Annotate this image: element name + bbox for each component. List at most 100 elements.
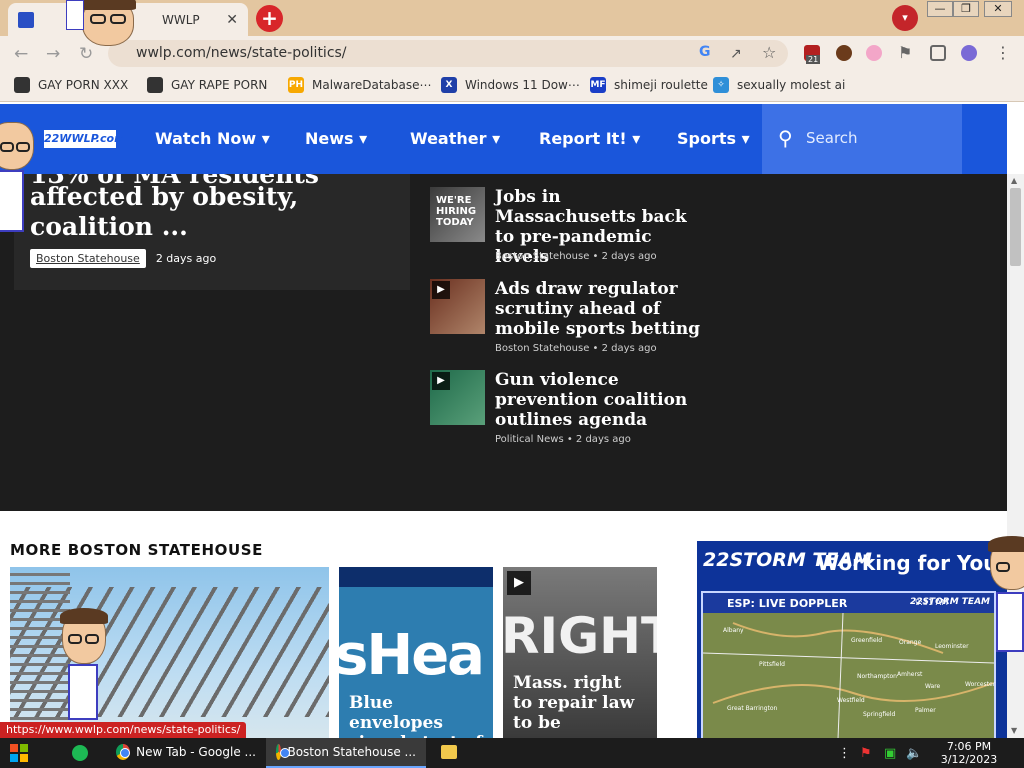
back-arrow-icon[interactable]: ← [14,44,28,64]
map-town-label: Springfield [863,711,896,718]
bookmark-label: sexually molest ai [737,78,846,92]
extension-flag-icon[interactable] [866,45,882,61]
side-story[interactable]: ▶ Ads draw regulator scrutiny ahead of m… [430,279,730,359]
extensions-puzzle-icon[interactable]: ⚑ [898,43,912,62]
doppler-brand: 22STORM TEAM [909,597,990,607]
side-story[interactable]: WE'RE HIRING TODAY Jobs in Massachusetts b… [430,187,730,267]
forward-arrow-icon[interactable]: → [46,44,60,64]
kebab-menu-icon[interactable]: ⋮ [995,43,1011,62]
section-heading: MORE BOSTON STATEHOUSE [10,541,263,559]
bookmark-label: shimeji roulette [614,78,708,92]
shimeji-character-left[interactable] [0,122,44,232]
new-tab-button[interactable]: + [256,5,283,32]
scroll-down-arrow-icon[interactable]: ▼ [1011,726,1017,735]
bookmark-item[interactable]: ✧ sexually molest ai [713,77,845,93]
card-image-text: RIGHT [503,607,657,665]
story-card-right-to-repair[interactable]: ▶ RIGHT Mass. right to repair law to be [503,567,657,738]
tab-search-button[interactable]: ▾ [892,5,918,31]
bookmark-item[interactable]: GAY RAPE PORN [147,77,267,93]
lead-story-title[interactable]: affected by obesity, coalition ... [30,182,350,242]
shimeji-glasses [996,562,1010,572]
story-time: 2 days ago [601,343,657,354]
story-time: 2 days ago [575,434,631,445]
map-town-label: Northampton [857,673,897,680]
ph-icon: PH [288,77,304,93]
url-omnibox[interactable]: wwlp.com/news/state-politics/ [108,40,788,67]
bookmark-label: GAY PORN XXX [38,78,129,92]
tab-close-icon[interactable]: ✕ [226,12,238,28]
bookmark-star-icon[interactable]: ☆ [762,43,776,62]
nav-sports[interactable]: Sports ▾ [677,129,750,148]
story-meta: Boston Statehouse • 2 days ago [495,251,657,262]
tray-flag-icon[interactable]: ⚑ [860,746,872,761]
lead-story-time: 2 days ago [155,252,217,265]
tray-overflow-icon[interactable]: ⋮ [838,746,851,761]
nav-report-it[interactable]: Report It! ▾ [539,129,640,148]
lead-story-source[interactable]: Boston Statehouse [30,249,146,268]
scrollbar-thumb[interactable] [1010,188,1021,266]
google-lens-icon[interactable]: G [699,44,711,60]
close-window-button[interactable]: ✕ [984,1,1012,17]
nav-weather[interactable]: Weather ▾ [410,129,500,148]
card-title[interactable]: Blue envelopes signal start of [349,693,489,738]
site-nav-bar: 22WWLP.com Watch Now ▾ News ▾ Weather ▾ … [0,104,1007,174]
taskbar-app-new-tab[interactable]: New Tab - Google ... [106,738,266,768]
taskbar-clock[interactable]: 7:06 PM 3/12/2023 [934,740,1004,766]
shimeji-character-right[interactable] [988,536,1024,660]
story-title[interactable]: Gun violence prevention coalition outlin… [495,370,705,430]
bookmark-item[interactable]: MF shimeji roulette [590,77,708,93]
restore-button[interactable]: ❐ [953,1,979,17]
ai-icon: ✧ [713,77,729,93]
minimize-button[interactable]: — [927,1,953,17]
status-url-tooltip: https://www.wwlp.com/news/state-politics… [0,722,247,738]
hero-section: 13% of MA residents affected by obesity,… [0,174,1007,511]
story-meta: Political News • 2 days ago [495,434,631,445]
profile-avatar-icon[interactable] [961,45,977,61]
monitor-icon [14,77,30,93]
windows-taskbar: New Tab - Google ... Boston Statehouse .… [0,738,1024,768]
card-image-text: sHea [339,623,485,688]
spotify-icon[interactable] [72,745,88,761]
shimeji-hand [66,0,84,30]
story-source: Boston Statehouse [495,251,590,262]
shimeji-character-bottom[interactable] [56,608,116,738]
story-source: Political News [495,434,564,445]
bookmarks-bar: GAY PORN XXX GAY RAPE PORN PH MalwareDataba… [0,70,1024,102]
tab-title: WWLP [162,12,200,27]
bookmark-item[interactable]: GAY PORN XXX [14,77,128,93]
map-town-label: Pittsfield [759,661,785,668]
scroll-up-arrow-icon[interactable]: ▲ [1011,176,1017,185]
extension-avatar-icon[interactable] [836,45,852,61]
mf-icon: MF [590,77,606,93]
bookmark-item[interactable]: X Windows 11 Dow⋯ [441,77,580,93]
shimeji-glasses [110,14,126,24]
file-explorer-icon[interactable] [441,745,457,759]
windows-start-icon[interactable] [10,744,28,762]
map-town-label: Albany [723,627,744,634]
url-text: wwlp.com/news/state-politics/ [136,45,347,61]
nav-watch-now[interactable]: Watch Now ▾ [155,129,270,148]
shimeji-character-top[interactable] [66,0,146,50]
side-story[interactable]: ▶ Gun violence prevention coalition outl… [430,370,730,450]
story-card-blue-envelopes[interactable]: sHea Blue envelopes signal start of [339,567,493,738]
shimeji-glasses [90,14,106,24]
weather-ad[interactable]: 22STORM TEAM Working for You ESP: LIVE D… [697,541,1007,738]
card-title[interactable]: Mass. right to repair law to be [513,673,643,733]
site-search-box[interactable]: ⚲ Search [762,104,962,174]
bookmark-item[interactable]: PH MalwareDatabase⋯ [288,77,432,93]
network-icon[interactable]: ▣ [884,746,896,761]
wwlp-logo[interactable]: 22WWLP.com [44,130,126,148]
side-panel-icon[interactable] [930,45,946,61]
story-time: 2 days ago [601,251,657,262]
share-icon[interactable]: ↗ [730,46,742,62]
taskbar-app-boston-statehouse[interactable]: Boston Statehouse ... [266,738,426,768]
lead-story-meta: Boston Statehouse 2 days ago [30,249,216,268]
nav-news[interactable]: News ▾ [305,129,367,148]
doppler-map: ESP: LIVE DOPPLER 9:31 AM 22STORM TEAM A… [701,591,996,738]
story-thumbnail: ▶ [430,370,485,425]
map-town-label: Greenfield [851,637,883,644]
globe-icon [147,77,163,93]
story-title[interactable]: Ads draw regulator scrutiny ahead of mob… [495,279,705,339]
volume-icon[interactable]: 🔈 [906,746,922,761]
chrome-icon [276,744,292,760]
